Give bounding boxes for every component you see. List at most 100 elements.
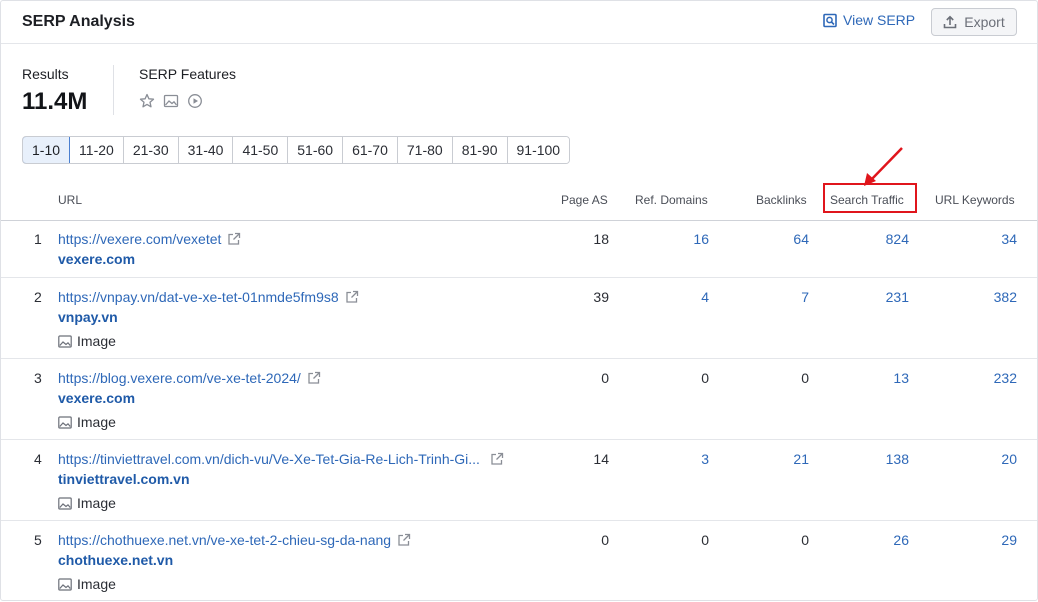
search-traffic-value[interactable]: 231 xyxy=(886,289,909,305)
col-page-as[interactable]: Page AS xyxy=(561,193,608,207)
panel-title: SERP Analysis xyxy=(22,13,135,30)
table-row: 3 https://blog.vexere.com/ve-xe-tet-2024… xyxy=(1,359,1037,440)
upload-icon xyxy=(943,15,957,29)
image-feature-label: Image xyxy=(77,333,116,349)
ref-domains-value[interactable]: 4 xyxy=(701,289,709,305)
url-keywords-value[interactable]: 382 xyxy=(994,289,1017,305)
backlinks-value: 0 xyxy=(801,370,809,386)
page-41-50[interactable]: 41-50 xyxy=(233,137,289,163)
result-url[interactable]: https://blog.vexere.com/ve-xe-tet-2024/ xyxy=(58,370,321,386)
result-url[interactable]: https://vexere.com/vexetet xyxy=(58,231,241,247)
serp-features-icons xyxy=(139,93,203,109)
page-as-value: 39 xyxy=(593,289,609,305)
result-domain[interactable]: vexere.com xyxy=(58,390,135,406)
page-71-80[interactable]: 71-80 xyxy=(397,137,453,163)
url-keywords-value[interactable]: 20 xyxy=(1001,451,1017,467)
result-url-text[interactable]: https://blog.vexere.com/ve-xe-tet-2024/ xyxy=(58,370,301,386)
panel-header: SERP Analysis View SERP Export xyxy=(1,1,1037,44)
ref-domains-value: 0 xyxy=(701,532,709,548)
summary-divider xyxy=(113,65,114,115)
table-row: 5 https://chothuexe.net.vn/ve-xe-tet-2-c… xyxy=(1,521,1037,602)
page-91-100[interactable]: 91-100 xyxy=(507,137,570,163)
serp-analysis-panel: SERP Analysis View SERP Export Results 1… xyxy=(0,0,1038,601)
star-icon[interactable] xyxy=(139,93,155,109)
url-keywords-value[interactable]: 232 xyxy=(994,370,1017,386)
page-21-30[interactable]: 21-30 xyxy=(123,137,179,163)
result-url-text[interactable]: https://vexere.com/vexetet xyxy=(58,231,221,247)
page-81-90[interactable]: 81-90 xyxy=(452,137,508,163)
url-keywords-value[interactable]: 29 xyxy=(1001,532,1017,548)
url-keywords-value[interactable]: 34 xyxy=(1001,231,1017,247)
results-label: Results xyxy=(22,66,69,82)
row-number: 5 xyxy=(34,532,42,548)
image-icon xyxy=(58,496,72,510)
results-value: 11.4M xyxy=(22,88,88,115)
search-traffic-value[interactable]: 26 xyxy=(893,532,909,548)
export-label: Export xyxy=(964,14,1005,30)
image-feature-tag: Image xyxy=(58,576,116,592)
external-link-icon[interactable] xyxy=(490,452,504,466)
col-url[interactable]: URL xyxy=(58,193,82,207)
external-link-icon[interactable] xyxy=(397,533,411,547)
table-row: 4 https://tinviettravel.com.vn/dich-vu/V… xyxy=(1,440,1037,521)
view-serp-label: View SERP xyxy=(843,12,916,28)
export-button[interactable]: Export xyxy=(931,8,1017,36)
image-feature-label: Image xyxy=(77,495,116,511)
backlinks-value: 0 xyxy=(801,532,809,548)
serp-search-icon xyxy=(823,13,837,27)
page-as-value: 0 xyxy=(601,532,609,548)
backlinks-value[interactable]: 64 xyxy=(793,231,809,247)
result-url-text[interactable]: https://chothuexe.net.vn/ve-xe-tet-2-chi… xyxy=(58,532,391,548)
image-icon[interactable] xyxy=(163,93,179,109)
result-domain[interactable]: vexere.com xyxy=(58,251,135,267)
external-link-icon[interactable] xyxy=(227,232,241,246)
col-backlinks[interactable]: Backlinks xyxy=(756,193,807,207)
page-1-10[interactable]: 1-10 xyxy=(23,137,71,163)
table-row: 1 https://vexere.com/vexetet vexere.com … xyxy=(1,221,1037,278)
ref-domains-value[interactable]: 16 xyxy=(693,231,709,247)
row-number: 1 xyxy=(34,231,42,247)
page-51-60[interactable]: 51-60 xyxy=(288,137,344,163)
page-31-40[interactable]: 31-40 xyxy=(178,137,234,163)
row-number: 4 xyxy=(34,451,42,467)
backlinks-value[interactable]: 7 xyxy=(801,289,809,305)
page-as-value: 0 xyxy=(601,370,609,386)
image-feature-label: Image xyxy=(77,576,116,592)
view-serp-link[interactable]: View SERP xyxy=(823,12,915,28)
page-as-value: 18 xyxy=(593,231,609,247)
page-as-value: 14 xyxy=(593,451,609,467)
image-icon xyxy=(58,415,72,429)
pagination: 1-10 11-20 21-30 31-40 41-50 51-60 61-70… xyxy=(22,136,571,164)
video-icon[interactable] xyxy=(187,93,203,109)
ref-domains-value[interactable]: 3 xyxy=(701,451,709,467)
image-feature-label: Image xyxy=(77,414,116,430)
result-url-text[interactable]: https://vnpay.vn/dat-ve-xe-tet-01nmde5fm… xyxy=(58,289,339,305)
result-url[interactable]: https://vnpay.vn/dat-ve-xe-tet-01nmde5fm… xyxy=(58,289,359,305)
image-feature-tag: Image xyxy=(58,414,116,430)
search-traffic-value[interactable]: 13 xyxy=(893,370,909,386)
col-ref-domains[interactable]: Ref. Domains xyxy=(635,193,708,207)
external-link-icon[interactable] xyxy=(345,290,359,304)
result-url[interactable]: https://tinviettravel.com.vn/dich-vu/Ve-… xyxy=(58,451,504,467)
row-number: 3 xyxy=(34,370,42,386)
search-traffic-value[interactable]: 138 xyxy=(886,451,909,467)
row-number: 2 xyxy=(34,289,42,305)
page-61-70[interactable]: 61-70 xyxy=(343,137,398,163)
result-domain[interactable]: chothuexe.net.vn xyxy=(58,552,173,568)
image-icon xyxy=(58,577,72,591)
search-traffic-value[interactable]: 824 xyxy=(886,231,909,247)
external-link-icon[interactable] xyxy=(307,371,321,385)
image-feature-tag: Image xyxy=(58,333,116,349)
result-url-text[interactable]: https://tinviettravel.com.vn/dich-vu/Ve-… xyxy=(58,451,480,467)
result-domain[interactable]: tinviettravel.com.vn xyxy=(58,471,190,487)
col-url-keywords[interactable]: URL Keywords xyxy=(935,193,1015,207)
result-domain[interactable]: vnpay.vn xyxy=(58,309,118,325)
page-11-20[interactable]: 11-20 xyxy=(70,137,124,163)
result-url[interactable]: https://chothuexe.net.vn/ve-xe-tet-2-chi… xyxy=(58,532,411,548)
image-feature-tag: Image xyxy=(58,495,116,511)
col-search-traffic[interactable]: Search Traffic xyxy=(830,193,904,207)
backlinks-value[interactable]: 21 xyxy=(793,451,809,467)
image-icon xyxy=(58,334,72,348)
table-row: 2 https://vnpay.vn/dat-ve-xe-tet-01nmde5… xyxy=(1,278,1037,359)
ref-domains-value: 0 xyxy=(701,370,709,386)
